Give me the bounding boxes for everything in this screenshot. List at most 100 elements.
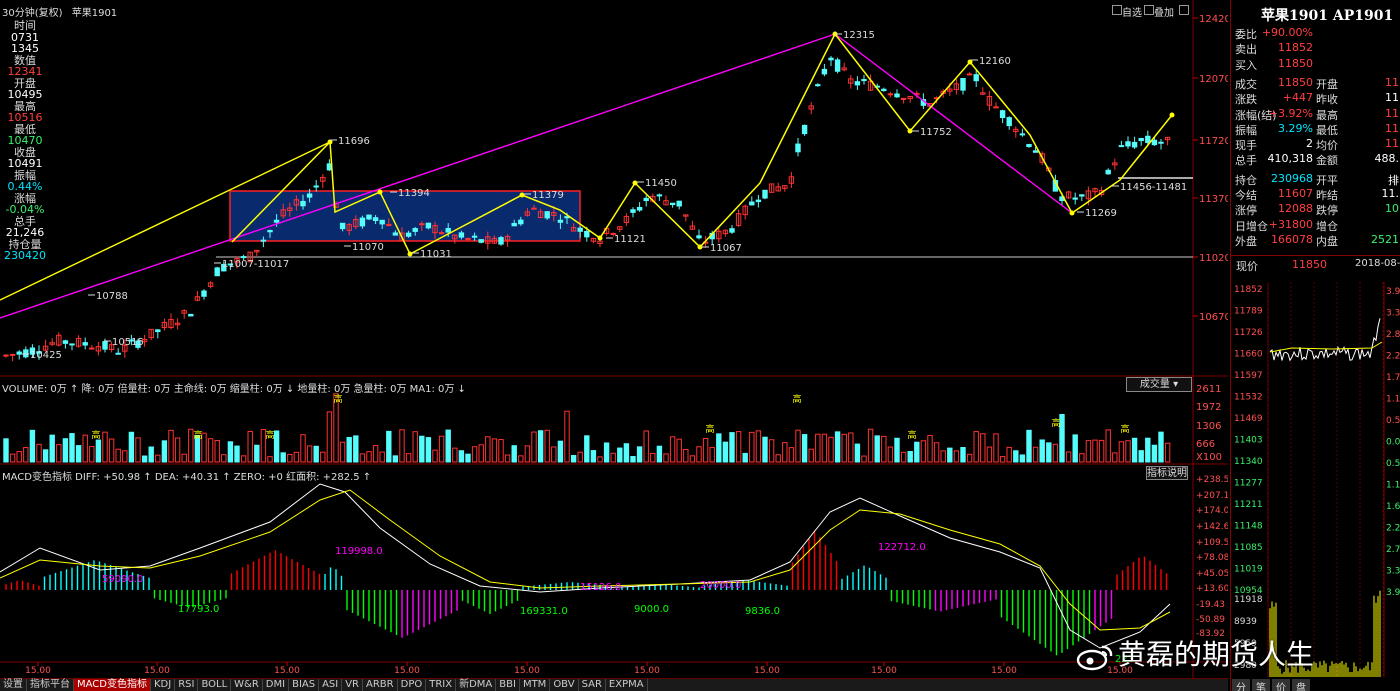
volume-bar: [62, 438, 69, 463]
indicator-tab[interactable]: BBI: [496, 679, 520, 691]
indicator-tab[interactable]: W&R: [231, 679, 263, 691]
price-annotation: 11121: [614, 234, 646, 245]
self-select-control[interactable]: 自选: [1122, 4, 1142, 19]
indicator-tab[interactable]: RSI: [175, 679, 199, 691]
mini-axis-percent: 0.5: [1386, 459, 1400, 469]
candle-body: [306, 193, 313, 198]
candle-body: [821, 68, 828, 75]
candle-body: [1138, 138, 1144, 142]
volume-bar: [993, 433, 999, 463]
mini-axis-label: 11660: [1234, 350, 1263, 360]
wave-point: [907, 128, 913, 134]
indicator-help-button[interactable]: 指标说明: [1146, 466, 1188, 480]
indicator-tab[interactable]: DPO: [398, 679, 427, 691]
volume-bar: [894, 437, 900, 463]
indicator-tab[interactable]: KDJ: [151, 679, 176, 691]
volume-indicator-dropdown[interactable]: 成交量 ▾: [1126, 377, 1192, 392]
volume-bar: [392, 455, 399, 463]
quote-bottom-tab[interactable]: 分: [1232, 679, 1250, 691]
indicator-tab[interactable]: 指标平台: [27, 679, 74, 691]
macd-area-label: 119998.0: [335, 546, 383, 557]
wave-point: [407, 251, 413, 257]
quote-label: 内盘: [1316, 234, 1338, 248]
volume-legend: VOLUME: 0万 ↑ 降: 0万 倍量柱: 0万 主命线: 0万 缩量柱: …: [2, 384, 466, 395]
time-axis-label: 15.00: [394, 666, 420, 676]
indicator-tab[interactable]: BOLL: [198, 679, 232, 691]
quote-value: 230968: [1271, 171, 1313, 185]
volume-bar: [630, 456, 636, 463]
volume-bar: [973, 431, 979, 463]
time-axis-label: 15.00: [754, 666, 780, 676]
quote-bottom-tab[interactable]: 笔: [1252, 679, 1270, 691]
price-axis-label: 10670: [1199, 312, 1228, 323]
period-label[interactable]: 30分钟(复权): [2, 8, 63, 19]
indicator-tab[interactable]: DMI: [263, 679, 290, 691]
overlay-control[interactable]: 叠加: [1154, 4, 1174, 19]
left-info-label: 时间: [14, 19, 36, 32]
candle-body: [557, 219, 564, 223]
indicator-tab[interactable]: SAR: [579, 679, 606, 691]
candle-body: [498, 237, 504, 245]
chart-canvas[interactable]: 12420 12070 11720 11370 11020 10670 10425 10515…: [0, 0, 1228, 678]
indicator-tab[interactable]: ARBR: [363, 679, 398, 691]
volume-bar: [1158, 431, 1164, 463]
quote-bottom-tab[interactable]: 价: [1272, 679, 1290, 691]
volume-bar: [478, 444, 484, 463]
quote-label: 总手: [1235, 154, 1257, 168]
candle-body: [762, 189, 768, 199]
quote-value: +447: [1282, 91, 1313, 105]
volume-axis-label: 2611: [1196, 384, 1221, 395]
indicator-tab[interactable]: ASI: [319, 679, 343, 691]
candle-body: [584, 230, 590, 238]
left-info-value: 0.44%: [7, 180, 43, 193]
volume-bar: [405, 453, 412, 463]
volume-bar: [313, 445, 319, 463]
volume-bar: [551, 446, 557, 463]
quote-value: 488.: [1374, 152, 1400, 166]
candle-body: [23, 349, 29, 358]
volume-bar: [75, 445, 82, 463]
mini-axis-percent: 0.0: [1386, 438, 1400, 448]
quote-row: 今结 11607 昨结 11.: [1234, 187, 1400, 202]
candle-body: [973, 74, 979, 82]
quote-label: 均价: [1316, 139, 1338, 153]
volume-bar: [465, 453, 471, 463]
price-axis-label: 11370: [1199, 194, 1228, 205]
indicator-tab[interactable]: 新DMA: [456, 679, 497, 691]
indicator-tab[interactable]: 设置: [0, 679, 27, 691]
mini-axis-label: 11148: [1234, 522, 1263, 532]
candle-body: [392, 232, 399, 236]
volume-bar: [881, 435, 887, 463]
volume-bar: [669, 436, 676, 463]
trend-line-magenta-down: [834, 33, 1073, 214]
indicator-tab[interactable]: MACD变色指标: [74, 679, 151, 691]
indicator-tab[interactable]: BIAS: [289, 679, 320, 691]
overlay-icon[interactable]: [1144, 5, 1154, 15]
candle-body: [630, 209, 636, 213]
macd-axis-label: +238.5: [1196, 475, 1228, 485]
indicator-tab[interactable]: MTM: [520, 679, 551, 691]
price-annotation: 10425: [30, 350, 62, 361]
price-annotation: 11394: [398, 188, 430, 199]
indicator-tab[interactable]: VR: [342, 679, 364, 691]
self-select-icon[interactable]: [1112, 5, 1122, 15]
quote-bottom-tab[interactable]: 盘: [1292, 679, 1310, 691]
quote-value: 11850: [1278, 75, 1313, 89]
volume-bar: [531, 431, 537, 463]
volume-bar: [135, 437, 141, 463]
candle-body: [828, 57, 834, 61]
intraday-mini-chart[interactable]: 11852 11789 11726 11660 11597 11532 11469 11403…: [1232, 282, 1400, 677]
macd-axis-label: +207.1: [1196, 491, 1228, 501]
indicator-tab[interactable]: OBV: [550, 679, 579, 691]
candle-body: [1131, 141, 1138, 148]
volume-bar: [1026, 429, 1032, 463]
price-annotation: 11269: [1085, 208, 1117, 219]
indicator-tab[interactable]: TRIX: [426, 679, 457, 691]
mini-axis-percent: 2.8: [1386, 330, 1400, 340]
mini-axis-label: 11340: [1234, 457, 1263, 467]
volume-bar: [1125, 440, 1131, 463]
quote-value: 11: [1385, 75, 1399, 89]
indicator-tab[interactable]: EXPMA: [606, 679, 648, 691]
mini-axis-percent: 1.1: [1386, 395, 1400, 405]
expand-icon[interactable]: [1179, 5, 1189, 15]
